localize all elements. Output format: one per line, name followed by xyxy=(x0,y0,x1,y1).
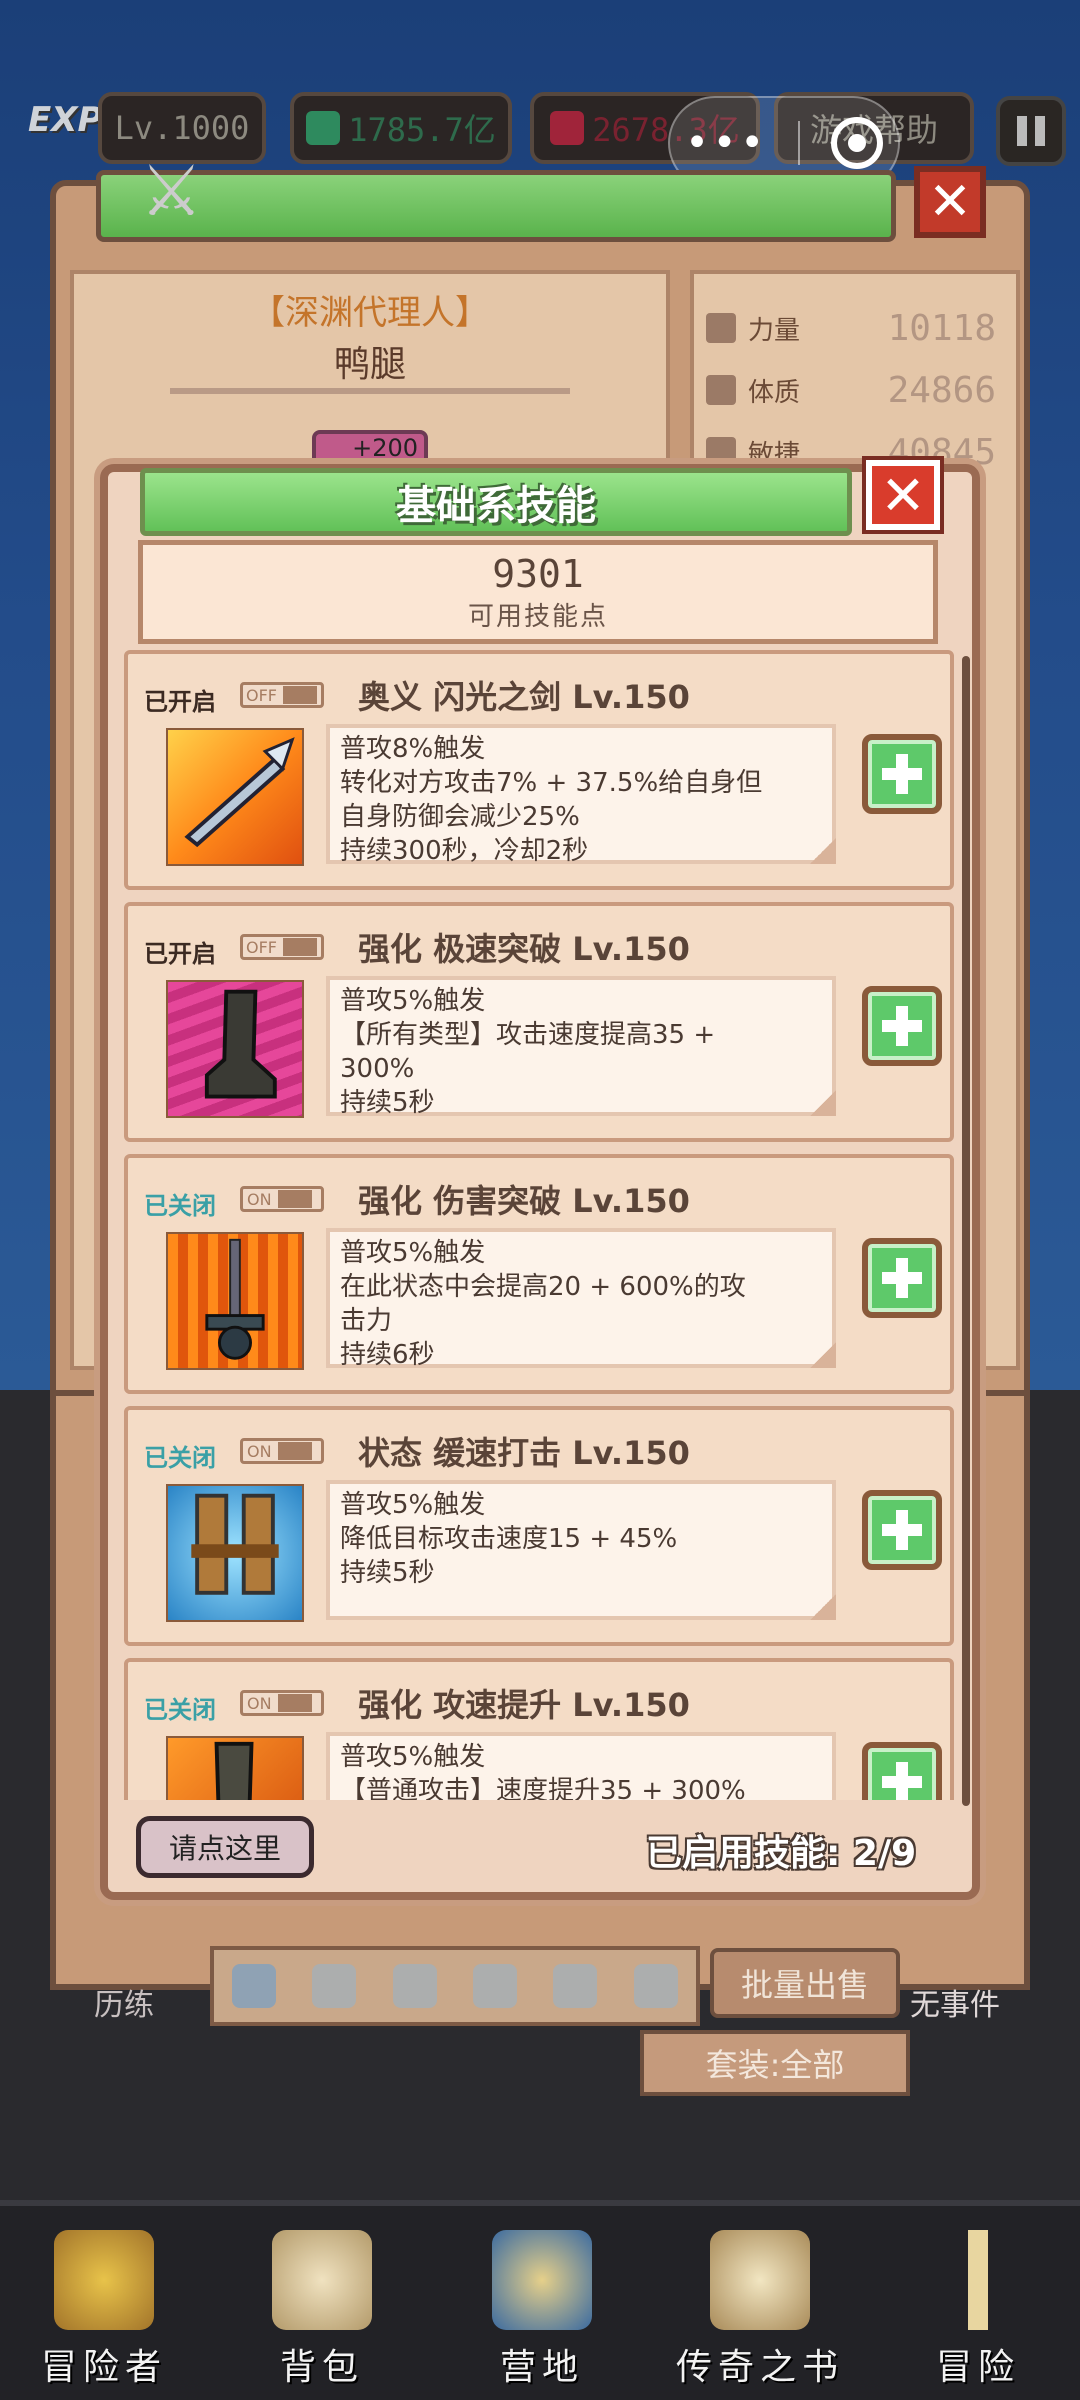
skill-state: 已关闭 xyxy=(144,1444,216,1472)
exp-icon: EXP xyxy=(28,100,103,140)
camp-icon xyxy=(492,2230,592,2330)
heart-icon xyxy=(706,375,736,405)
skill-card: 已关闭 ON 状态 缓速打击 Lv.150 普攻5%触发 降低目标攻击速度15 … xyxy=(124,1406,954,1646)
skill-toggle[interactable]: OFF xyxy=(240,682,324,708)
skill-card: 已开启 OFF 强化 极速突破 Lv.150 普攻5%触发 【所有类型】攻击速度… xyxy=(124,902,954,1142)
green-gem-icon xyxy=(306,111,341,145)
helmet-tab-icon[interactable] xyxy=(392,1964,437,2008)
nav-backpack[interactable]: 背包 xyxy=(222,2230,422,2390)
skill-card: 已关闭 ON 强化 攻速提升 Lv.150 普攻5%触发 【普通攻击】速度提升3… xyxy=(124,1658,954,1800)
skill-name: 奥义 闪光之剑 Lv.150 xyxy=(358,678,690,716)
skill-modal-title: 基础系技能 xyxy=(140,468,852,536)
stat-strength: 力量 10118 xyxy=(706,304,996,352)
skill-points-box: 9301 可用技能点 xyxy=(138,540,938,644)
no-event-label[interactable]: 无事件 xyxy=(910,1980,1000,2024)
skill-toggle[interactable]: ON xyxy=(240,1186,324,1212)
skill-toggle[interactable]: ON xyxy=(240,1690,324,1716)
skill-upgrade-button[interactable] xyxy=(862,734,942,814)
skill-toggle[interactable]: ON xyxy=(240,1438,324,1464)
strength-icon xyxy=(706,313,736,343)
skill-points-value: 9301 xyxy=(492,551,584,596)
pause-icon xyxy=(1017,116,1027,146)
skill-list[interactable]: 已开启 OFF 奥义 闪光之剑 Lv.150 普攻8%触发 转化对方攻击7% +… xyxy=(120,650,955,1800)
skill-state: 已开启 xyxy=(144,688,216,716)
attack-speed-icon xyxy=(166,1736,304,1800)
tab-lianli[interactable]: 历练 xyxy=(94,1980,154,2024)
backpack-icon xyxy=(272,2230,372,2330)
agility-icon xyxy=(706,437,736,467)
target-icon xyxy=(847,134,866,152)
skill-toggle[interactable]: OFF xyxy=(240,934,324,960)
crown-icon xyxy=(54,2230,154,2330)
enabled-skills-count: 已启用技能: 2/9 xyxy=(646,1833,917,1874)
stat-constitution: 体质 24866 xyxy=(706,366,996,414)
skill-upgrade-button[interactable] xyxy=(862,1238,942,1318)
pants-tab-icon[interactable] xyxy=(553,1964,598,2008)
equipment-tab-bar xyxy=(210,1946,700,2026)
set-filter-button[interactable]: 套装:全部 xyxy=(640,2030,910,2096)
click-here-button[interactable]: 请点这里 xyxy=(136,1816,314,1878)
weapon-tab-icon[interactable] xyxy=(232,1964,277,2008)
skill-name: 强化 伤害突破 Lv.150 xyxy=(358,1182,690,1220)
skill-points-label: 可用技能点 xyxy=(467,601,608,632)
currency-green[interactable]: 1785.7亿 xyxy=(290,92,512,164)
nav-camp[interactable]: 营地 xyxy=(442,2230,642,2390)
capsule-separator xyxy=(798,121,801,165)
flash-sword-icon xyxy=(166,728,304,866)
damage-sword-icon xyxy=(166,1232,304,1370)
close-miniprogram-button[interactable] xyxy=(830,117,883,169)
nav-adventure[interactable]: 冒险 xyxy=(878,2230,1078,2390)
bulk-sell-button[interactable]: 批量出售 xyxy=(710,1948,900,2018)
skill-list-scrollbar[interactable] xyxy=(962,656,970,1806)
slow-strike-icon xyxy=(166,1484,304,1622)
sword-icon xyxy=(928,2230,1028,2330)
red-gem-icon xyxy=(550,111,585,145)
character-title: 【深渊代理人】 xyxy=(251,293,489,333)
skill-description: 普攻5%触发 【普通攻击】速度提升35 + 300% xyxy=(326,1732,836,1800)
skill-state: 已关闭 xyxy=(144,1192,216,1220)
ring-tab-icon[interactable] xyxy=(633,1964,678,2008)
speed-boot-icon xyxy=(166,980,304,1118)
character-name: 鸭腿 xyxy=(333,344,406,385)
skill-modal-close-button[interactable]: ✕ xyxy=(862,456,944,534)
nav-adventurer[interactable]: 冒险者 xyxy=(4,2230,204,2390)
skill-card: 已关闭 ON 强化 伤害突破 Lv.150 普攻5%触发 在此状态中会提高20 … xyxy=(124,1154,954,1394)
skill-state: 已开启 xyxy=(144,940,216,968)
crossed-swords-icon: ⚔ xyxy=(140,150,203,232)
armor-tab-icon[interactable] xyxy=(312,1964,357,2008)
skill-name: 强化 攻速提升 Lv.150 xyxy=(358,1686,690,1724)
skill-card: 已开启 OFF 奥义 闪光之剑 Lv.150 普攻8%触发 转化对方攻击7% +… xyxy=(124,650,954,890)
skill-description: 普攻5%触发 降低目标攻击速度15 + 45% 持续5秒 xyxy=(326,1480,836,1620)
skill-description: 普攻5%触发 在此状态中会提高20 + 600%的攻 击力 持续6秒 xyxy=(326,1228,836,1370)
name-divider xyxy=(170,388,570,394)
more-options-button[interactable]: ••• xyxy=(685,120,768,166)
skill-upgrade-button[interactable] xyxy=(862,1490,942,1570)
character-panel-close-button[interactable]: ✕ xyxy=(914,166,986,238)
nav-legend-book[interactable]: 传奇之书 xyxy=(660,2230,860,2390)
skill-description: 普攻8%触发 转化对方攻击7% + 37.5%给自身但 自身防御会减少25% 持… xyxy=(326,724,836,866)
chest-tab-icon[interactable] xyxy=(473,1964,518,2008)
skill-upgrade-button[interactable] xyxy=(862,986,942,1066)
skill-name: 状态 缓速打击 Lv.150 xyxy=(358,1434,690,1472)
skill-description: 普攻5%触发 【所有类型】攻击速度提高35 + 300% 持续5秒 xyxy=(326,976,836,1118)
skill-state: 已关闭 xyxy=(144,1696,216,1724)
skill-name: 强化 极速突破 Lv.150 xyxy=(358,930,690,968)
pause-button[interactable] xyxy=(996,96,1066,166)
skill-upgrade-button[interactable] xyxy=(862,1742,942,1800)
book-icon xyxy=(710,2230,810,2330)
currency-green-value: 1785.7亿 xyxy=(348,111,496,149)
